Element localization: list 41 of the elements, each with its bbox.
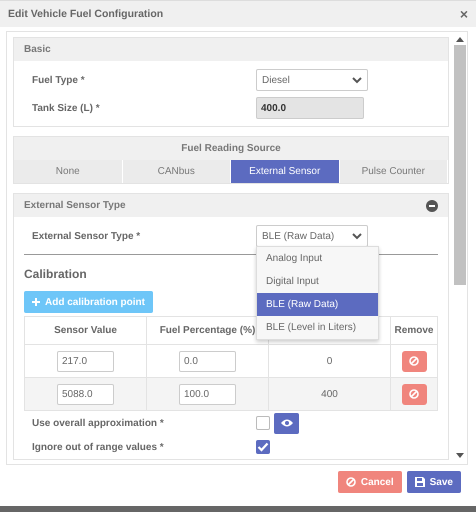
scroll-up-icon[interactable]: [456, 37, 464, 42]
view-button[interactable]: [274, 412, 299, 434]
chevron-down-icon: [352, 76, 362, 84]
remove-button[interactable]: [402, 384, 426, 404]
eye-icon: [280, 419, 292, 427]
collapse-icon[interactable]: [426, 200, 438, 212]
fuel-percentage-field[interactable]: 100.0: [179, 384, 236, 404]
dropdown-option[interactable]: Digital Input: [257, 270, 378, 293]
source-tab[interactable]: External Sensor: [231, 160, 340, 183]
scroll-down-icon[interactable]: [456, 453, 464, 458]
table-cell: 0: [326, 356, 332, 366]
column-header: Sensor Value: [24, 316, 146, 344]
sensor-value-field[interactable]: 5088.0: [57, 384, 114, 404]
save-button[interactable]: Save: [406, 471, 461, 493]
table-cell: 400: [321, 388, 338, 400]
panel-title: Fuel Reading Source: [181, 143, 281, 154]
block-icon: [346, 477, 356, 487]
plus-icon: [32, 298, 40, 306]
field-label: Ignore out of range values *: [32, 442, 165, 452]
column-header: Remove: [390, 316, 438, 344]
dropdown-option[interactable]: BLE (Raw Data): [257, 293, 378, 316]
field-label: Tank Size (L) *: [32, 102, 101, 114]
window-title: Edit Vehicle Fuel Configuration: [8, 8, 164, 20]
section-heading: Calibration: [24, 267, 87, 281]
block-icon: [409, 389, 419, 399]
field-label: Use overall approximation *: [32, 418, 165, 428]
fuel-percentage-field[interactable]: 0.0: [179, 350, 236, 372]
panel-title: Basic: [24, 44, 51, 55]
chevron-down-icon: [352, 232, 362, 240]
close-button[interactable]: ×: [460, 7, 468, 21]
panel-title: External Sensor Type: [24, 200, 126, 211]
block-icon: [409, 356, 419, 366]
checkbox[interactable]: [256, 416, 270, 430]
fuel-type-dropdown[interactable]: Diesel: [256, 69, 368, 91]
remove-button[interactable]: [402, 350, 426, 372]
sensor-value-field[interactable]: 217.0: [57, 350, 114, 372]
field-label: Fuel Type *: [32, 74, 86, 86]
field-label: External Sensor Type *: [32, 230, 142, 242]
sensor-type-dropdown[interactable]: BLE (Raw Data): [256, 225, 368, 247]
dropdown-option[interactable]: Analog Input: [257, 247, 378, 270]
checkbox[interactable]: [256, 440, 270, 454]
